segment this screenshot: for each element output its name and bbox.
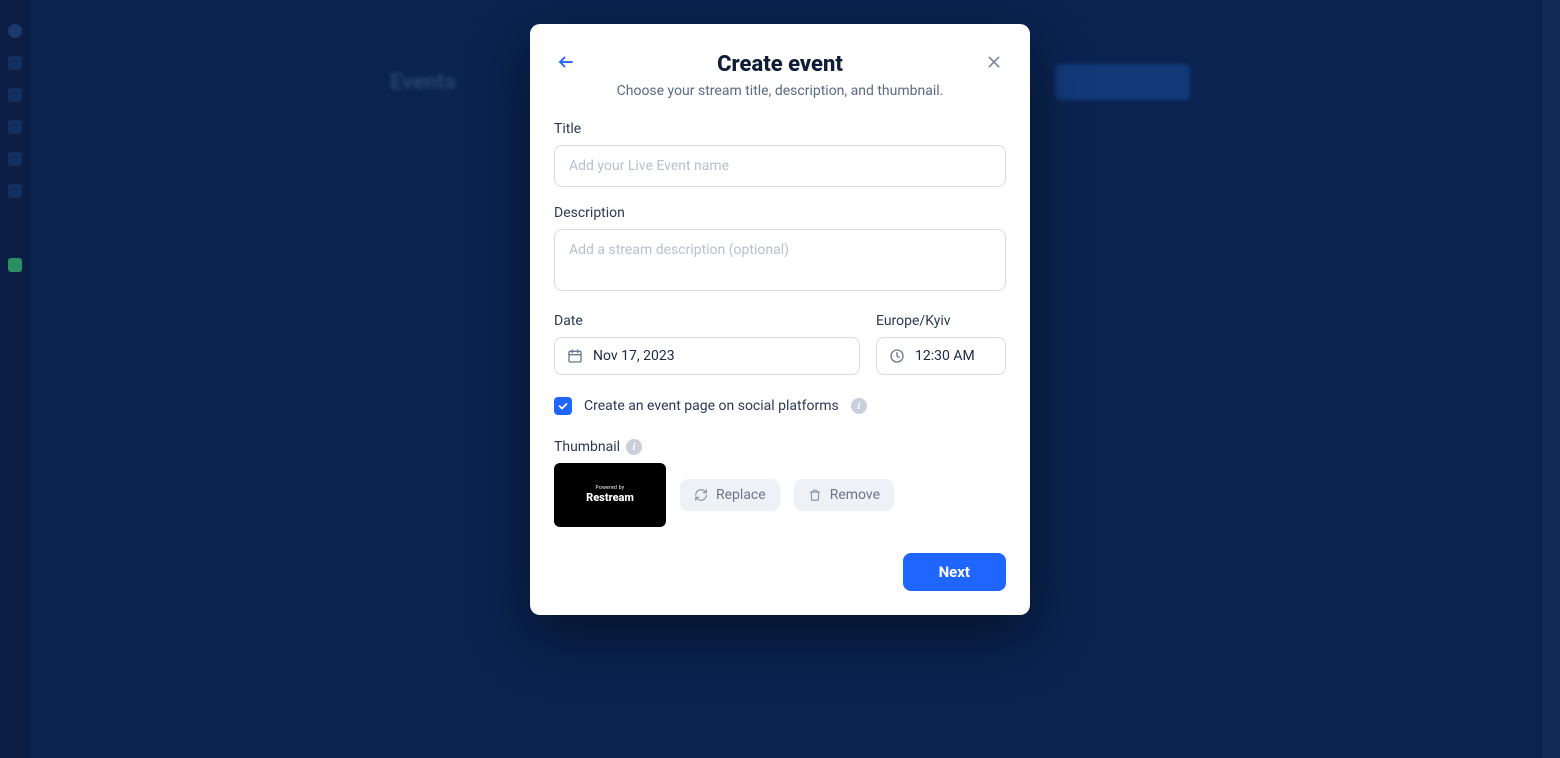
modal-overlay: Create event Choose your stream title, d…	[0, 0, 1560, 758]
social-checkbox-label: Create an event page on social platforms	[584, 398, 839, 414]
arrow-left-icon	[557, 53, 575, 71]
thumbnail-preview: Powered by Restream	[554, 463, 666, 527]
info-icon[interactable]: i	[851, 398, 867, 414]
modal-title: Create event	[554, 52, 1006, 77]
title-label: Title	[554, 121, 1006, 137]
refresh-icon	[694, 488, 708, 502]
create-event-modal: Create event Choose your stream title, d…	[530, 24, 1030, 615]
timezone-label: Europe/Kyiv	[876, 313, 1006, 329]
calendar-icon	[567, 348, 583, 364]
description-label: Description	[554, 205, 1006, 221]
social-checkbox[interactable]	[554, 397, 572, 415]
replace-label: Replace	[716, 487, 766, 503]
description-input[interactable]	[554, 229, 1006, 291]
thumbnail-label: Thumbnail	[554, 439, 620, 455]
thumbnail-brand-text: Restream	[586, 492, 634, 504]
info-icon[interactable]: i	[626, 439, 642, 455]
date-value: Nov 17, 2023	[593, 348, 675, 364]
back-button[interactable]	[554, 50, 578, 74]
remove-label: Remove	[830, 487, 880, 503]
modal-subtitle: Choose your stream title, description, a…	[554, 83, 1006, 99]
trash-icon	[808, 488, 822, 502]
replace-thumbnail-button[interactable]: Replace	[680, 479, 780, 511]
date-label: Date	[554, 313, 860, 329]
date-picker[interactable]: Nov 17, 2023	[554, 337, 860, 375]
time-picker[interactable]: 12:30 AM	[876, 337, 1006, 375]
clock-icon	[889, 348, 905, 364]
check-icon	[557, 400, 569, 412]
next-button[interactable]: Next	[903, 553, 1006, 591]
close-icon	[986, 54, 1002, 70]
close-button[interactable]	[982, 50, 1006, 74]
title-input[interactable]	[554, 145, 1006, 187]
remove-thumbnail-button[interactable]: Remove	[794, 479, 894, 511]
time-value: 12:30 AM	[915, 348, 975, 364]
